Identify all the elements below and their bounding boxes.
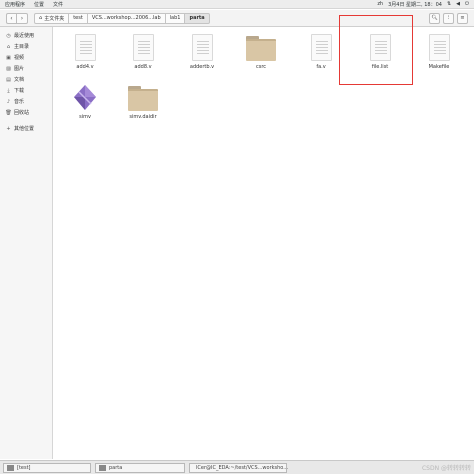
menu-places[interactable]: 位置 <box>34 1 44 8</box>
sidebar-item-trash[interactable]: 🗑︎ 回收站 <box>0 107 52 118</box>
sidebar-item-label: 下载 <box>14 88 25 94</box>
watermark-text: CSDN @转转转转 <box>421 465 471 472</box>
file-item-csrc[interactable]: csrc <box>237 34 285 70</box>
breadcrumb-label: test <box>73 15 83 21</box>
video-icon: ▣ <box>6 54 11 61</box>
breadcrumb-label: parta <box>189 15 205 21</box>
home-icon: ⌂ <box>6 43 11 50</box>
network-icon[interactable]: ⇅ <box>447 1 451 7</box>
file-item-add8-v[interactable]: add8.v <box>119 34 167 70</box>
power-icon[interactable]: ⏻ <box>465 1 469 7</box>
home-icon: ⌂ <box>39 15 43 21</box>
sidebar-item-recent[interactable]: ◷ 最近使用 <box>0 30 52 41</box>
sidebar: ◷ 最近使用 ⌂ 主目录 ▣ 视频 ▨ 图片 ▤ 文档 ⤓ 下载 ♪ 音乐 🗑︎… <box>0 27 53 459</box>
back-button[interactable]: ‹ <box>6 12 17 24</box>
menu-files[interactable]: 文件 <box>53 1 63 8</box>
list-view-icon: ⁝ <box>447 15 450 21</box>
sidebar-item-label: 其他位置 <box>14 126 35 132</box>
sidebar-item-other-locations[interactable]: + 其他位置 <box>0 123 52 134</box>
breadcrumb-label: lab1 <box>169 15 181 21</box>
system-top-bar: 应用程序 位置 文件 zh 3月4日 星期二, 18：04 ⇅ ◀ ⏻ <box>0 0 474 9</box>
file-item-addertb-v[interactable]: addertb.v <box>178 34 226 70</box>
file-name: simv.daidir <box>129 114 157 120</box>
folder-window-icon <box>99 464 106 471</box>
document-icon: ▤ <box>6 76 11 83</box>
executable-app-icon <box>73 84 97 111</box>
plus-icon: + <box>6 125 11 132</box>
text-file-icon <box>191 34 213 61</box>
file-name: addertb.v <box>189 64 215 70</box>
taskbar-item-label: lCer@IC_EDA:~/test/VCS...worksho... <box>196 464 289 471</box>
sidebar-item-downloads[interactable]: ⤓ 下载 <box>0 85 52 96</box>
breadcrumb: ⌂ 主文件夹 test VCS...workshop...2006...lab … <box>34 12 210 24</box>
file-item-add4-v[interactable]: add4.v <box>61 34 109 70</box>
hamburger-icon: ≡ <box>460 15 465 21</box>
folder-icon <box>246 36 276 61</box>
back-arrow-icon: ‹ <box>10 14 13 22</box>
file-name: add8.v <box>134 64 152 70</box>
forward-arrow-icon: › <box>20 14 24 22</box>
folder-icon <box>128 86 158 111</box>
search-icon: 🔍︎ <box>431 15 438 21</box>
clock-icon: ◷ <box>6 32 11 39</box>
sidebar-item-label: 视频 <box>14 55 25 61</box>
taskbar-item-terminal[interactable]: lCer@IC_EDA:~/test/VCS...worksho... <box>189 462 289 473</box>
breadcrumb-label: 主文件夹 <box>44 15 65 22</box>
forward-button[interactable]: › <box>17 12 28 24</box>
sidebar-item-label: 主目录 <box>14 44 30 50</box>
file-name: Makefile <box>428 64 450 70</box>
breadcrumb-home[interactable]: ⌂ 主文件夹 <box>34 12 70 24</box>
sidebar-item-label: 最近使用 <box>14 33 35 39</box>
view-options-button[interactable]: ⁝ <box>443 12 454 24</box>
sidebar-item-pictures[interactable]: ▨ 图片 <box>0 63 52 74</box>
taskbar-item-test[interactable]: [test] <box>3 462 91 473</box>
clock[interactable]: 3月4日 星期二, 18：04 <box>388 1 442 8</box>
breadcrumb-parta[interactable]: parta <box>185 12 210 24</box>
annotation-highlight-box <box>339 15 413 85</box>
taskbar-item-label: parta <box>109 464 123 471</box>
input-method-indicator[interactable]: zh <box>377 1 383 7</box>
taskbar-item-label: [test] <box>17 464 31 471</box>
breadcrumb-label: VCS...workshop...2006...lab <box>91 15 161 21</box>
sidebar-item-videos[interactable]: ▣ 视频 <box>0 52 52 63</box>
breadcrumb-lab1[interactable]: lab1 <box>165 12 186 24</box>
menu-applications[interactable]: 应用程序 <box>5 1 25 8</box>
file-name: fa.v <box>316 64 326 70</box>
sidebar-item-music[interactable]: ♪ 音乐 <box>0 96 52 107</box>
sidebar-item-home[interactable]: ⌂ 主目录 <box>0 41 52 52</box>
sidebar-item-documents[interactable]: ▤ 文档 <box>0 74 52 85</box>
file-item-simv-daidir[interactable]: simv.daidir <box>119 84 167 120</box>
image-icon: ▨ <box>6 65 11 72</box>
file-name: simv <box>79 114 91 120</box>
file-item-makefile[interactable]: Makefile <box>415 34 463 70</box>
bottom-taskbar: [test] parta lCer@IC_EDA:~/test/VCS...wo… <box>0 460 474 474</box>
text-file-icon <box>428 34 450 61</box>
file-grid: add4.v add8.v addertb.v csrc fa.v file.l… <box>54 28 474 459</box>
sidebar-item-label: 音乐 <box>14 99 25 105</box>
breadcrumb-vcs-workshop[interactable]: VCS...workshop...2006...lab <box>87 12 166 24</box>
file-name: add4.v <box>76 64 94 70</box>
taskbar-item-parta[interactable]: parta <box>95 462 185 473</box>
volume-icon[interactable]: ◀ <box>456 1 460 7</box>
sidebar-item-label: 文档 <box>14 77 25 83</box>
file-item-simv[interactable]: simv <box>61 84 109 120</box>
sidebar-item-label: 回收站 <box>14 110 30 116</box>
search-button[interactable]: 🔍︎ <box>429 12 440 24</box>
text-file-icon <box>310 34 332 61</box>
sidebar-item-label: 图片 <box>14 66 25 72</box>
text-file-icon <box>74 34 96 61</box>
file-name: csrc <box>255 64 267 70</box>
menu-button[interactable]: ≡ <box>457 12 468 24</box>
trash-icon: 🗑︎ <box>5 109 12 116</box>
music-icon: ♪ <box>6 98 11 105</box>
window-icon <box>7 464 14 471</box>
text-file-icon <box>132 34 154 61</box>
breadcrumb-test[interactable]: test <box>69 12 88 24</box>
file-item-fa-v[interactable]: fa.v <box>297 34 345 70</box>
download-icon: ⤓ <box>7 87 10 94</box>
